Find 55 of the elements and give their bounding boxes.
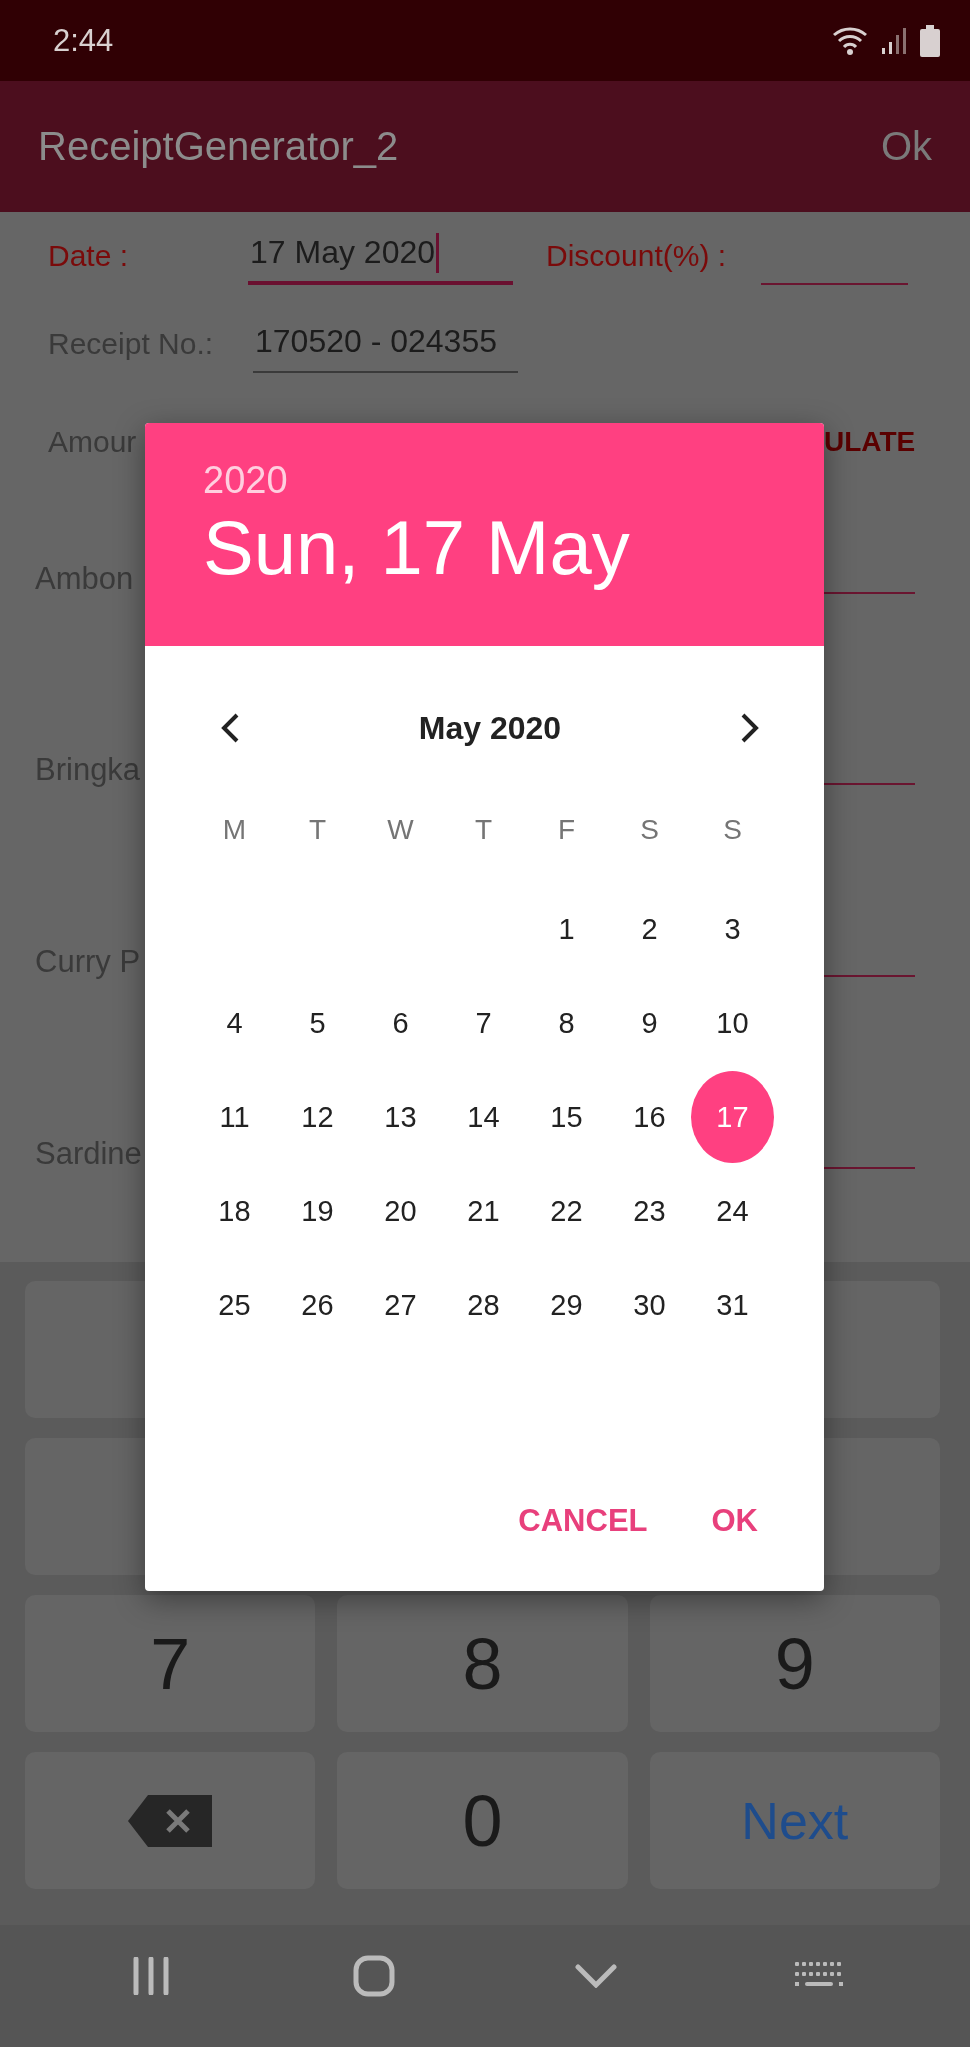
chevron-right-icon[interactable] [740,712,760,744]
dialog-button[interactable]: OK [689,1491,780,1551]
calendar-day[interactable]: 23 [608,1165,691,1257]
weekday-label: S [722,813,743,847]
calendar-day[interactable]: 4 [193,977,276,1069]
picker-date: Sun, 17 May [203,504,630,591]
calendar-day[interactable]: 9 [608,977,691,1069]
calendar-day[interactable]: 5 [276,977,359,1069]
chevron-down-icon[interactable] [575,1964,618,1988]
calendar-day[interactable]: 8 [525,977,608,1069]
calendar-day[interactable]: 15 [525,1071,608,1163]
recent-apps-icon[interactable] [131,1957,172,1995]
calendar-day[interactable]: 18 [193,1165,276,1257]
discount-label: Discount(%) : [546,238,728,273]
calendar-day[interactable]: 26 [276,1259,359,1351]
dialog-button[interactable]: CANCEL [496,1491,670,1551]
calendar-day[interactable]: 14 [442,1071,525,1163]
weekday-label: F [556,813,577,847]
calendar-day[interactable]: 3 [691,883,774,975]
weekday-label: T [307,813,328,847]
weekday-label: S [639,813,660,847]
date-label: Date : [48,238,130,273]
calendar-day[interactable]: 25 [193,1259,276,1351]
ok-action[interactable]: Ok [880,124,932,169]
calendar-day[interactable]: 29 [525,1259,608,1351]
calendar-day[interactable]: 13 [359,1071,442,1163]
calendar-day[interactable]: 16 [608,1071,691,1163]
calendar-day[interactable]: 1 [525,883,608,975]
calendar-day[interactable]: 2 [608,883,691,975]
calendar-day[interactable]: 24 [691,1165,774,1257]
weekday-label: M [221,813,248,847]
status-time: 2:44 [53,22,114,59]
home-icon[interactable] [352,1955,395,1997]
calendar-day[interactable]: 7 [442,977,525,1069]
weekday-label: W [386,813,415,847]
calendar-day[interactable]: 20 [359,1165,442,1257]
backspace-key[interactable] [25,1752,316,1889]
calendar-day[interactable]: 28 [442,1259,525,1351]
signal-icon [882,25,908,56]
backspace-icon [128,1794,213,1847]
chevron-left-icon[interactable] [220,712,240,744]
calendar-day[interactable]: 31 [691,1259,774,1351]
calendar-day[interactable]: 27 [359,1259,442,1351]
weekday-label: T [473,813,494,847]
calendar-day[interactable]: 19 [276,1165,359,1257]
calendar-day[interactable]: 30 [608,1259,691,1351]
calendar-day[interactable]: 11 [193,1071,276,1163]
month-title: May 2020 [418,709,562,747]
calendar-day[interactable]: 10 [691,977,774,1069]
calendar-day[interactable]: 12 [276,1071,359,1163]
battery-icon [920,24,940,57]
app-title: ReceiptGenerator_2 [38,124,399,169]
calendar-day[interactable]: 21 [442,1165,525,1257]
calendar-day[interactable]: 22 [525,1165,608,1257]
calendar-day[interactable]: 6 [359,977,442,1069]
